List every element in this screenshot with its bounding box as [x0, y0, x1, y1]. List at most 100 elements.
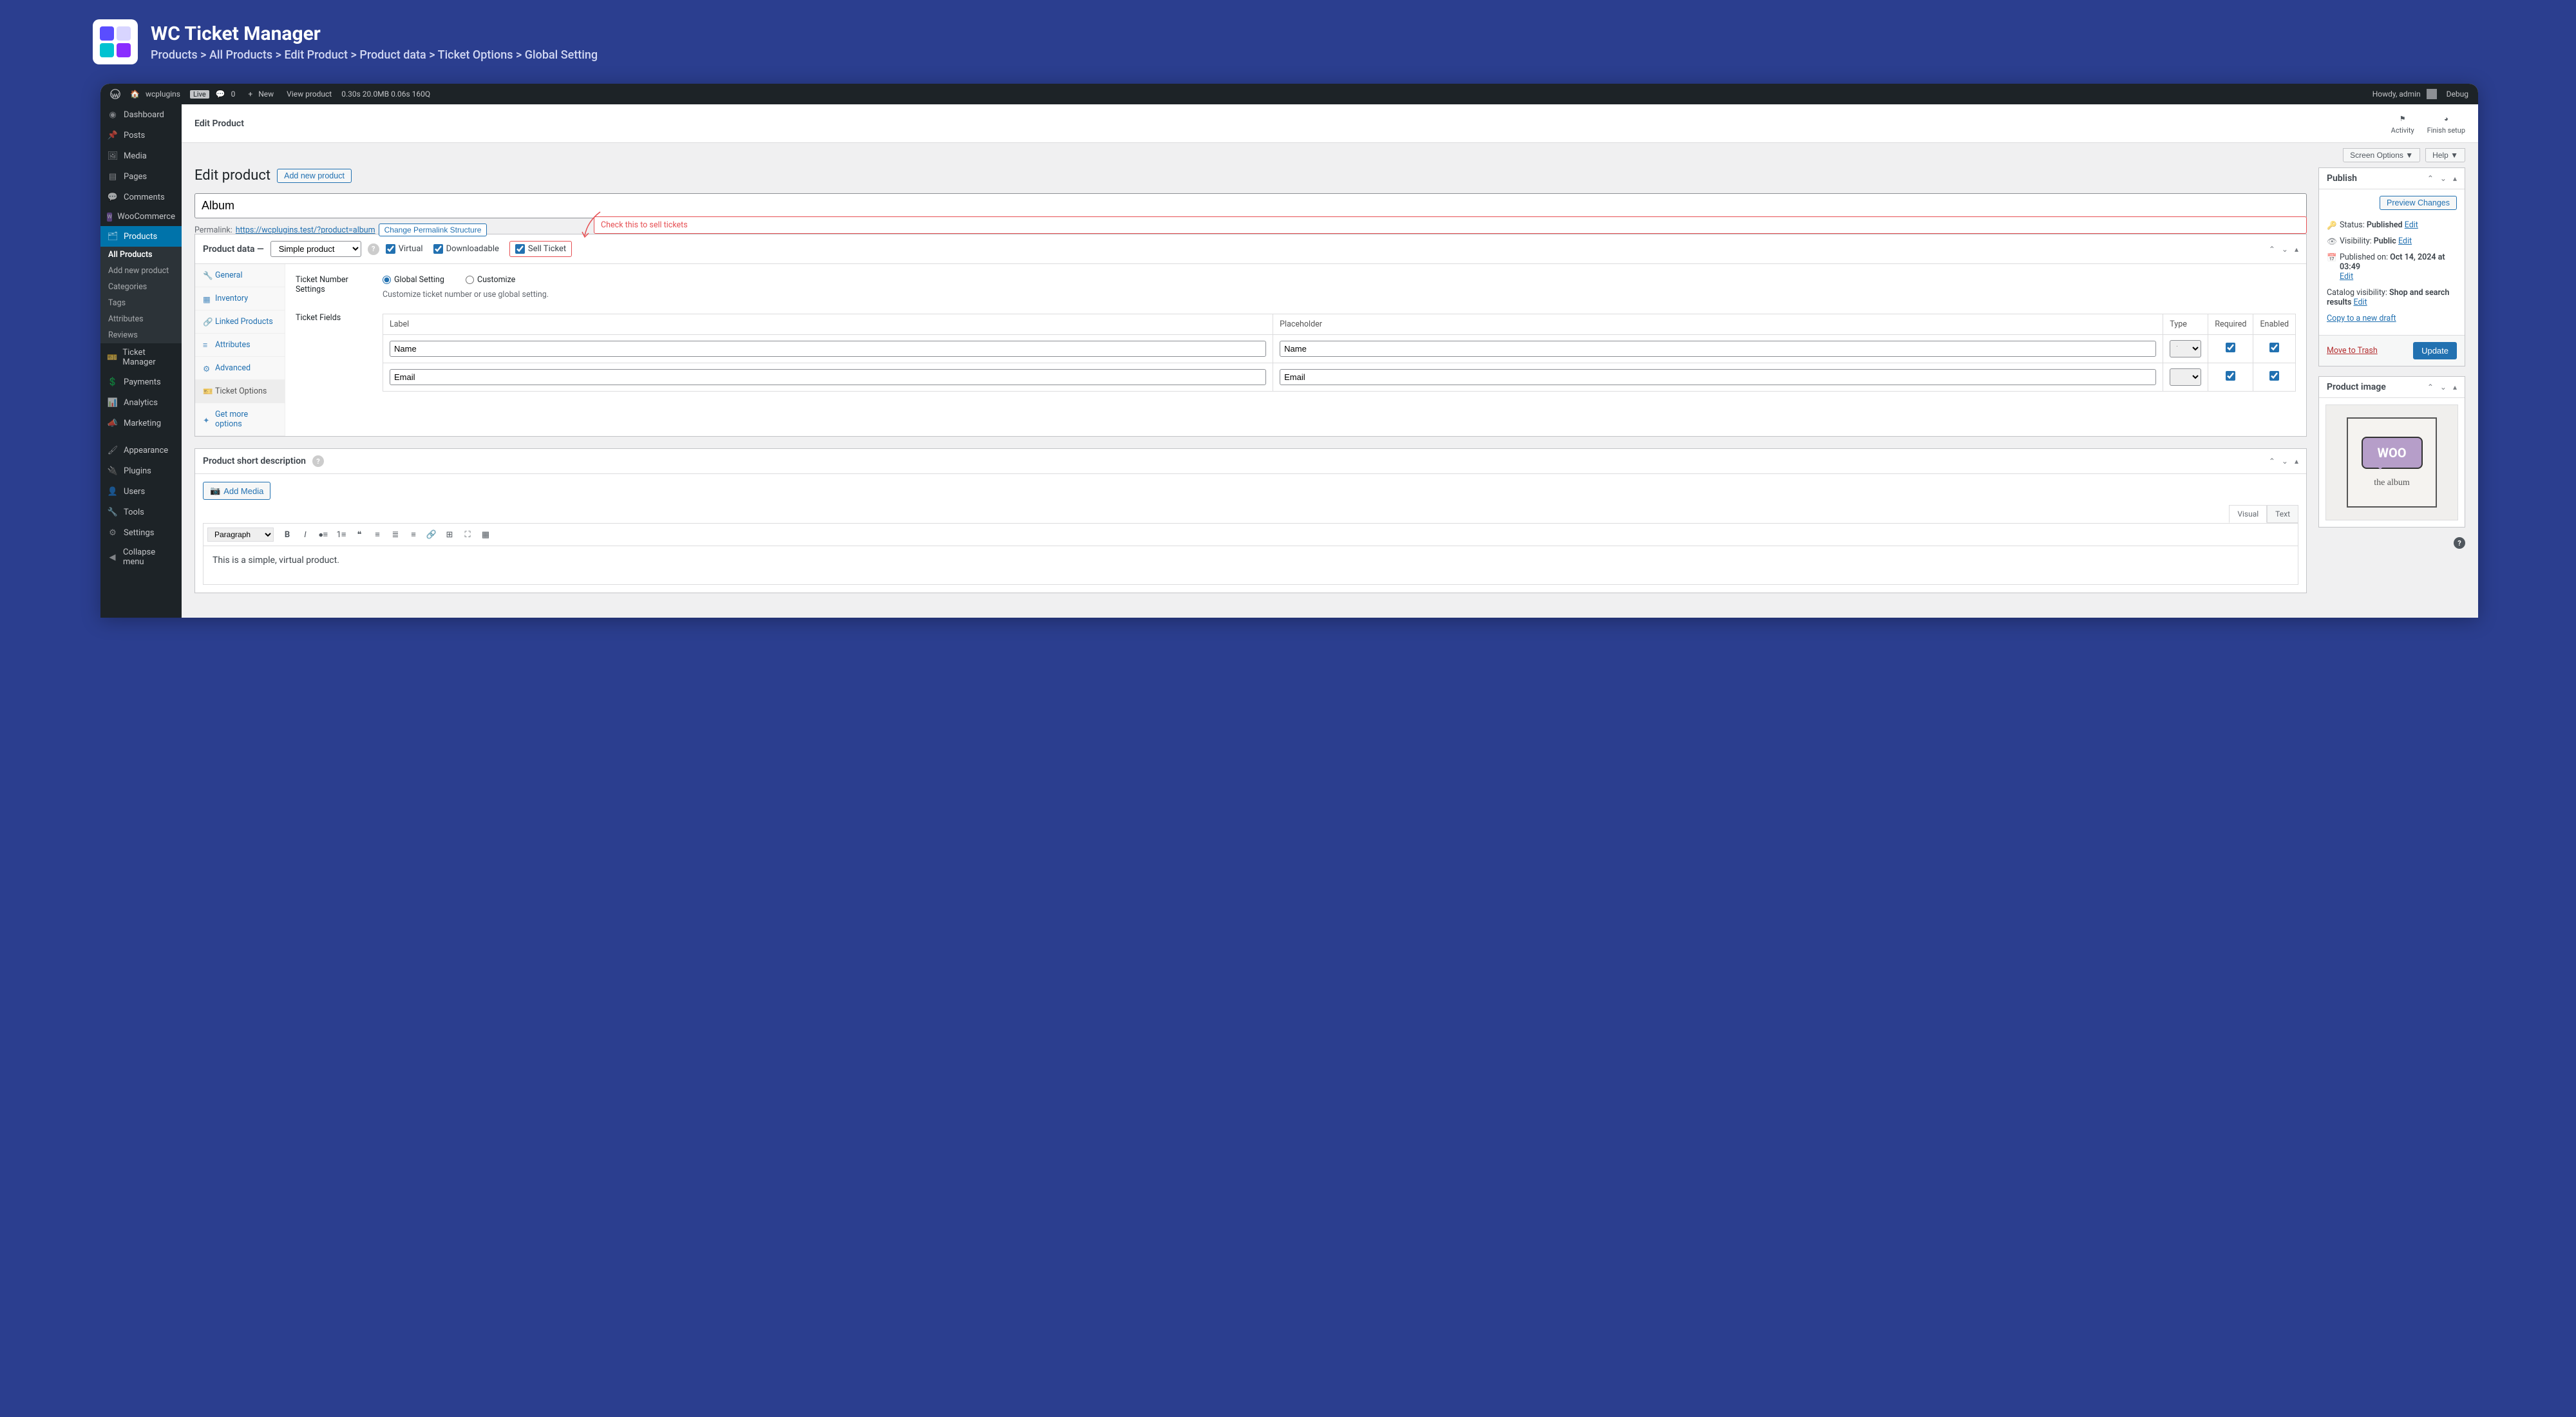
- chevron-down-icon[interactable]: ⌄: [2282, 457, 2288, 466]
- chevron-up-icon[interactable]: ⌃: [2427, 174, 2434, 183]
- triangle-up-icon[interactable]: ▴: [2295, 245, 2298, 254]
- downloadable-checkbox[interactable]: Downloadable: [433, 244, 499, 254]
- tab-get-more[interactable]: ✦Get more options: [195, 403, 285, 436]
- bold-button[interactable]: B: [279, 526, 296, 543]
- radio-global-setting[interactable]: Global Setting: [383, 273, 457, 285]
- subnav-all-products[interactable]: All Products: [100, 247, 182, 263]
- field-type-select[interactable]: Text: [2170, 340, 2201, 357]
- triangle-up-icon[interactable]: ▴: [2295, 457, 2298, 466]
- paragraph-select[interactable]: Paragraph: [207, 528, 274, 542]
- sidebar-payments[interactable]: 💲Payments: [100, 372, 182, 392]
- product-image-thumbnail[interactable]: WOO the album: [2325, 404, 2458, 520]
- site-link[interactable]: 🏠 wcplugins: [127, 90, 187, 99]
- comments-link[interactable]: 💬 0: [213, 90, 242, 99]
- tab-linked[interactable]: 🔗Linked Products: [195, 310, 285, 334]
- link-button[interactable]: 🔗: [423, 526, 440, 543]
- copy-draft-link[interactable]: Copy to a new draft: [2327, 314, 2457, 323]
- subnav-categories[interactable]: Categories: [100, 279, 182, 295]
- chevron-down-icon[interactable]: ⌄: [2440, 383, 2447, 392]
- radio-customize[interactable]: Customize: [466, 273, 540, 285]
- number-list-button[interactable]: 1≡: [333, 526, 350, 543]
- sidebar-tools[interactable]: 🔧Tools: [100, 502, 182, 522]
- chevron-up-icon[interactable]: ⌃: [2427, 383, 2434, 392]
- help-icon[interactable]: ?: [368, 243, 379, 255]
- update-button[interactable]: Update: [2413, 342, 2457, 359]
- preview-changes-button[interactable]: Preview Changes: [2380, 196, 2457, 210]
- edit-status-link[interactable]: Edit: [2405, 220, 2418, 230]
- field-placeholder-input[interactable]: [1280, 369, 2156, 385]
- sell-ticket-checkbox[interactable]: Sell Ticket: [509, 241, 572, 257]
- howdy-user[interactable]: Howdy, admin: [2366, 89, 2440, 99]
- field-label-input[interactable]: [390, 369, 1266, 385]
- tab-inventory[interactable]: ▦Inventory: [195, 287, 285, 310]
- tab-attributes[interactable]: ≡Attributes: [195, 334, 285, 357]
- subnav-add-new[interactable]: Add new product: [100, 263, 182, 279]
- italic-button[interactable]: I: [297, 526, 314, 543]
- tab-ticket-options[interactable]: 🎫Ticket Options: [195, 380, 285, 403]
- help-button[interactable]: Help ▼: [2425, 148, 2465, 162]
- fullscreen-button[interactable]: ⛶: [459, 526, 476, 543]
- sidebar-posts[interactable]: 📌Posts: [100, 125, 182, 146]
- align-right-button[interactable]: ≡: [405, 526, 422, 543]
- field-enabled-checkbox[interactable]: [2269, 343, 2279, 352]
- align-center-button[interactable]: ≣: [387, 526, 404, 543]
- field-label-input[interactable]: [390, 341, 1266, 357]
- sidebar-appearance[interactable]: 🖌Appearance: [100, 440, 182, 461]
- sidebar-pages[interactable]: ▤Pages: [100, 166, 182, 187]
- product-title-input[interactable]: [194, 193, 2307, 218]
- tab-advanced[interactable]: ⚙Advanced: [195, 357, 285, 380]
- sidebar-dashboard[interactable]: ◉Dashboard: [100, 104, 182, 125]
- sidebar-media[interactable]: 🖼Media: [100, 146, 182, 166]
- sidebar-comments[interactable]: 💬Comments: [100, 187, 182, 207]
- add-media-button[interactable]: 📷Add Media: [203, 482, 270, 500]
- new-link[interactable]: + New: [245, 90, 280, 99]
- virtual-checkbox[interactable]: Virtual: [386, 244, 423, 254]
- toolbar-toggle-button[interactable]: ▦: [477, 526, 494, 543]
- field-enabled-checkbox[interactable]: [2269, 371, 2279, 381]
- field-placeholder-input[interactable]: [1280, 341, 2156, 357]
- edit-date-link[interactable]: Edit: [2340, 272, 2353, 281]
- tab-general[interactable]: 🔧General: [195, 264, 285, 287]
- chevron-up-icon[interactable]: ⌃: [2269, 245, 2275, 254]
- align-left-button[interactable]: ≡: [369, 526, 386, 543]
- subnav-tags[interactable]: Tags: [100, 295, 182, 311]
- add-new-product-button[interactable]: Add new product: [277, 169, 352, 183]
- subnav-attributes[interactable]: Attributes: [100, 311, 182, 327]
- sidebar-collapse[interactable]: ◀Collapse menu: [100, 543, 182, 571]
- triangle-up-icon[interactable]: ▴: [2453, 174, 2457, 183]
- visual-tab[interactable]: Visual: [2229, 505, 2267, 523]
- field-type-select[interactable]: Emai: [2170, 368, 2201, 386]
- screen-options-button[interactable]: Screen Options ▼: [2343, 148, 2420, 162]
- wp-logo-icon[interactable]: [107, 89, 124, 99]
- chevron-down-icon[interactable]: ⌄: [2440, 174, 2447, 183]
- product-type-select[interactable]: Simple product: [270, 241, 361, 257]
- debug-link[interactable]: Debug: [2443, 90, 2472, 99]
- bullet-list-button[interactable]: ⦁≡: [315, 526, 332, 543]
- text-tab[interactable]: Text: [2267, 505, 2298, 523]
- edit-catalog-link[interactable]: Edit: [2354, 298, 2367, 307]
- sidebar-analytics[interactable]: 📊Analytics: [100, 392, 182, 413]
- subnav-reviews[interactable]: Reviews: [100, 327, 182, 343]
- sidebar-woocommerce[interactable]: WWooCommerce: [100, 207, 182, 226]
- sidebar-marketing[interactable]: 📣Marketing: [100, 413, 182, 433]
- chevron-up-icon[interactable]: ⌃: [2269, 457, 2275, 466]
- help-icon[interactable]: ?: [312, 455, 324, 467]
- edit-visibility-link[interactable]: Edit: [2398, 236, 2412, 246]
- field-required-checkbox[interactable]: [2226, 343, 2235, 352]
- view-product-link[interactable]: View product: [283, 90, 335, 99]
- insert-button[interactable]: ⊞: [441, 526, 458, 543]
- sidebar-users[interactable]: 👤Users: [100, 481, 182, 502]
- finish-setup-button[interactable]: ◕Finish setup: [2427, 112, 2465, 135]
- chevron-down-icon[interactable]: ⌄: [2282, 245, 2288, 254]
- move-to-trash-link[interactable]: Move to Trash: [2327, 346, 2378, 356]
- editor-content[interactable]: This is a simple, virtual product.: [203, 546, 2298, 585]
- quote-button[interactable]: ❝: [351, 526, 368, 543]
- activity-button[interactable]: ⚑Activity: [2391, 112, 2414, 135]
- triangle-up-icon[interactable]: ▴: [2453, 383, 2457, 392]
- field-required-checkbox[interactable]: [2226, 371, 2235, 381]
- sidebar-ticket-manager[interactable]: 🎫Ticket Manager: [100, 343, 182, 372]
- sidebar-products[interactable]: 🗂Products: [100, 226, 182, 247]
- help-icon[interactable]: ?: [2454, 537, 2465, 549]
- sidebar-settings[interactable]: ⚙Settings: [100, 522, 182, 543]
- sidebar-plugins[interactable]: 🔌Plugins: [100, 461, 182, 481]
